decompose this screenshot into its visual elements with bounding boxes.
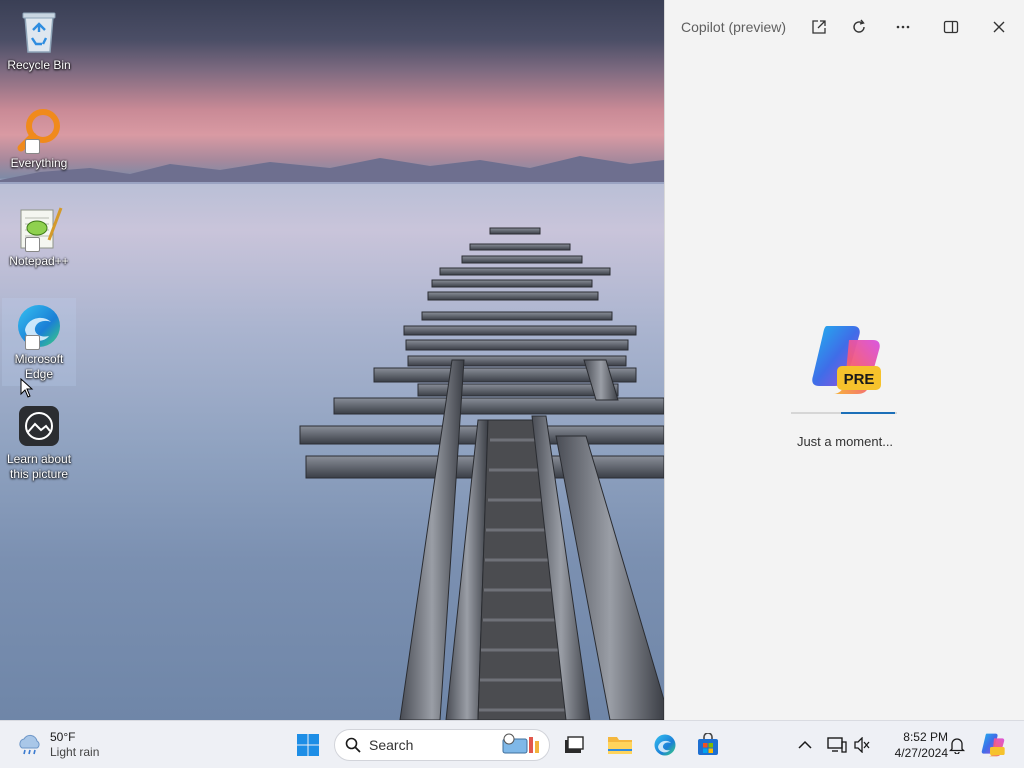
refresh-button[interactable]: [845, 14, 873, 40]
learn-about-picture-icon: [15, 402, 63, 450]
weather-widget[interactable]: 50°F Light rain: [16, 729, 99, 761]
file-explorer-icon: [608, 737, 632, 754]
close-button[interactable]: [985, 14, 1013, 40]
more-options-icon: [896, 25, 910, 29]
open-in-new-window-icon: [812, 20, 826, 34]
close-icon: [993, 21, 1005, 33]
volume-button[interactable]: [851, 734, 873, 756]
loading-message: Just a moment...: [796, 434, 894, 449]
copilot-pane: Copilot (preview) PRE Just a moment...: [664, 0, 1024, 720]
clock-date: 4/27/2024: [894, 746, 948, 760]
copilot-logo: PRE: [809, 324, 883, 396]
desktop-icon-label: Notepad++: [9, 254, 69, 268]
task-view-icon: [565, 736, 584, 753]
desktop-icon-learn-about-this-picture[interactable]: Learn about this picture: [2, 402, 76, 482]
desktop-wallpaper: Recycle Bin Everything Notepad++ Microso…: [0, 0, 664, 720]
rain-cloud-icon: [19, 734, 40, 755]
clock-time: 8:52 PM: [903, 730, 948, 744]
pier-illustration: [299, 227, 664, 720]
chevron-up-icon: [798, 740, 812, 749]
volume-muted-icon: [854, 737, 870, 753]
shortcut-arrow-icon: [25, 139, 40, 154]
shortcut-arrow-icon: [25, 237, 40, 252]
recycle-bin-icon: [15, 8, 63, 56]
notepad-plus-plus-icon: [15, 204, 63, 252]
desktop-icon-label: Everything: [10, 156, 68, 170]
microsoft-edge-icon: [15, 302, 63, 350]
edge-icon: [654, 734, 676, 756]
copilot-title: Copilot (preview): [681, 19, 787, 35]
store-button[interactable]: [690, 727, 726, 763]
taskbar-search-box[interactable]: Search: [334, 729, 550, 761]
preview-badge: PRE: [844, 371, 875, 388]
weather-temperature: 50°F: [50, 730, 76, 744]
start-button[interactable]: [290, 727, 326, 763]
dock-panel-icon: [943, 20, 959, 34]
start-icon: [297, 734, 319, 756]
desktop-icon-label: Microsoft Edge: [14, 352, 64, 381]
desktop-icon-recycle-bin[interactable]: Recycle Bin: [2, 8, 76, 73]
desktop-icon-everything[interactable]: Everything: [2, 106, 76, 171]
desktop-icon-notepad-plus-plus[interactable]: Notepad++: [2, 204, 76, 269]
copilot-taskbar-button[interactable]: [980, 732, 1006, 758]
mouse-cursor-icon: [20, 378, 34, 398]
network-icon: [827, 737, 847, 753]
store-icon: [698, 733, 718, 755]
edge-taskbar-button[interactable]: [647, 727, 683, 763]
open-in-new-window-button[interactable]: [805, 14, 833, 40]
refresh-icon: [853, 19, 865, 33]
dock-panel-button[interactable]: [937, 14, 965, 40]
clock[interactable]: 8:52 PM 4/27/2024: [878, 729, 948, 761]
desktop-icon-label: Learn about this picture: [6, 452, 72, 481]
taskbar: 50°F Light rain Search 8:52 PM 4/27/2024: [0, 720, 1024, 768]
file-explorer-button[interactable]: [602, 727, 638, 763]
loading-progress-bar: [791, 412, 897, 414]
more-options-button[interactable]: [889, 14, 917, 40]
desktop-icon-microsoft-edge[interactable]: Microsoft Edge: [2, 298, 76, 386]
search-label: Search: [369, 737, 414, 753]
shortcut-arrow-icon: [25, 335, 40, 350]
network-button[interactable]: [826, 734, 848, 756]
weather-condition: Light rain: [50, 745, 100, 759]
search-icon: [345, 737, 361, 753]
copilot-icon: [981, 733, 1005, 757]
search-highlight-icon: [502, 733, 539, 754]
everything-search-icon: [15, 106, 63, 154]
show-hidden-icons-button[interactable]: [794, 734, 816, 756]
copilot-logo-icon: PRE: [812, 326, 881, 394]
desktop-icon-label: Recycle Bin: [7, 58, 71, 72]
notifications-button[interactable]: [946, 734, 968, 756]
task-view-button[interactable]: [556, 727, 592, 763]
notification-bell-icon: [948, 738, 966, 754]
loading-progress-fill: [841, 412, 895, 414]
